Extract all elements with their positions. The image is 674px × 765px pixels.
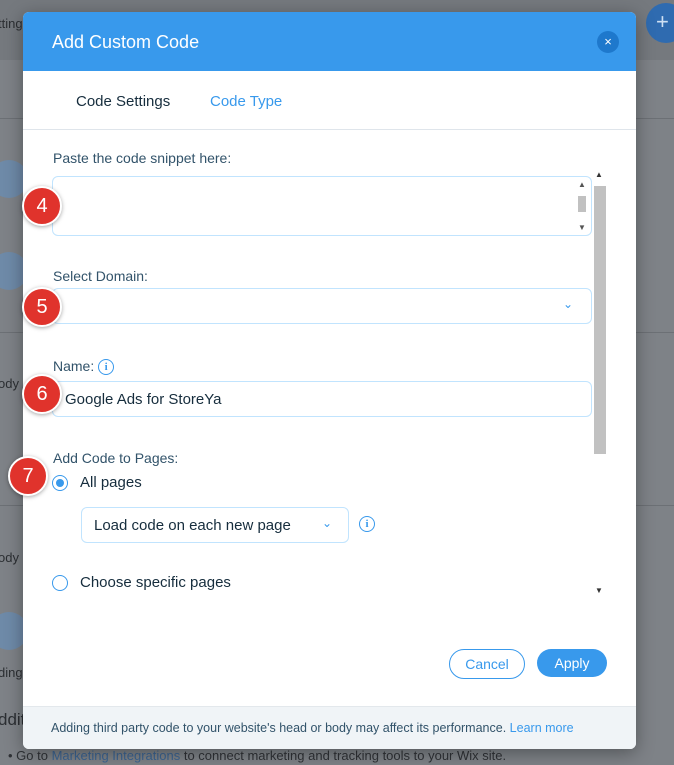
scroll-up-icon[interactable]: ▲ (595, 170, 603, 179)
dialog-tabs: Code Settings Code Type (23, 71, 636, 130)
close-icon[interactable]: × (597, 31, 619, 53)
radio-all-pages[interactable]: All pages (52, 474, 142, 491)
bullet-link: Marketing Integrations (51, 748, 181, 763)
name-input[interactable]: Google Ads for StoreYa (52, 381, 592, 417)
scroll-down-icon[interactable]: ▼ (595, 586, 603, 595)
background-text: ody (0, 376, 19, 391)
textarea-scrollbar[interactable]: ▲ ▼ (576, 180, 588, 232)
add-custom-code-dialog: Add Custom Code × Code Settings Code Typ… (23, 12, 636, 749)
dialog-content: Paste the code snippet here: ▲ ▼ Select … (23, 130, 636, 602)
pages-label: Add Code to Pages: (53, 450, 179, 466)
chevron-down-icon: ⌄ (562, 297, 573, 311)
radio-unselected-icon[interactable] (52, 574, 68, 591)
all-pages-label: All pages (80, 474, 142, 491)
radio-specific-pages[interactable]: Choose specific pages (52, 574, 231, 591)
step-badge-7: 7 (8, 456, 48, 496)
snippet-label: Paste the code snippet here: (53, 150, 232, 166)
load-frequency-value: Load code on each new page (94, 517, 291, 534)
name-label: Name: i (53, 358, 115, 376)
radio-selected-icon[interactable] (52, 474, 68, 491)
background-bullet: • Go to Marketing Integrations to connec… (8, 748, 507, 763)
dialog-footer: Adding third party code to your website'… (23, 706, 636, 749)
footer-text: Adding third party code to your website'… (51, 721, 507, 735)
specific-pages-label: Choose specific pages (80, 574, 231, 591)
background-text: ding (0, 665, 23, 680)
dialog-header: Add Custom Code × (23, 12, 636, 71)
cancel-button[interactable]: Cancel (449, 649, 525, 679)
scroll-up-icon[interactable]: ▲ (578, 180, 586, 189)
chevron-down-icon: ⌄ (321, 516, 332, 530)
domain-label: Select Domain: (53, 268, 148, 284)
bullet-text: Go to (16, 748, 48, 763)
code-snippet-textarea[interactable]: ▲ ▼ (52, 176, 592, 236)
scroll-down-icon[interactable]: ▼ (578, 223, 586, 232)
scroll-thumb[interactable] (578, 196, 586, 212)
step-badge-4: 4 (22, 186, 62, 226)
info-icon[interactable]: i (98, 359, 115, 376)
apply-button[interactable]: Apply (537, 649, 607, 677)
learn-more-link[interactable]: Learn more (510, 721, 574, 735)
bullet-text: to connect marketing and tracking tools … (183, 748, 507, 763)
dialog-title: Add Custom Code (52, 32, 200, 52)
content-scrollbar[interactable]: ▲ ▼ (592, 170, 606, 602)
name-input-value: Google Ads for StoreYa (65, 391, 222, 408)
name-label-text: Name: (53, 358, 95, 374)
tab-code-type[interactable]: Code Type (210, 93, 282, 110)
info-icon[interactable]: i (359, 516, 375, 532)
step-badge-6: 6 (22, 374, 62, 414)
tab-code-settings[interactable]: Code Settings (76, 93, 170, 110)
background-text: ody (0, 550, 19, 565)
step-badge-5: 5 (22, 287, 62, 327)
domain-select[interactable]: ⌄ (52, 288, 592, 324)
scroll-thumb[interactable] (594, 186, 606, 454)
load-frequency-select[interactable]: Load code on each new page ⌄ (81, 507, 349, 543)
